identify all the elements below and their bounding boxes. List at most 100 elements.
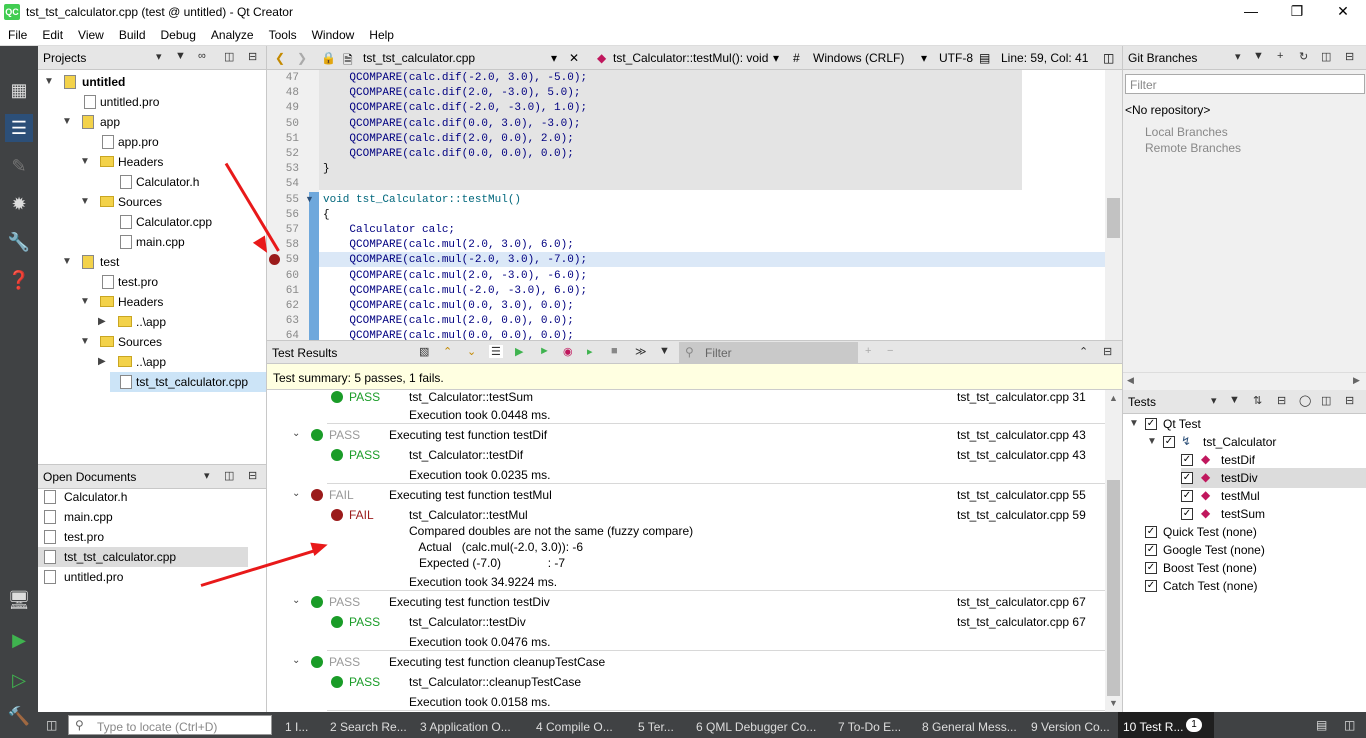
output-pane-1[interactable]: 1 I... [285, 720, 308, 734]
add-icon[interactable]: + [1277, 50, 1283, 62]
split-editor-icon[interactable]: ◫ [1103, 51, 1114, 65]
grid-icon[interactable]: ▦ [5, 76, 33, 104]
close-panel-icon[interactable]: ⊟ [248, 469, 257, 482]
tree-item-sources-app[interactable]: ▶ ..\app [38, 352, 266, 372]
clear-icon[interactable]: ▧ [419, 345, 429, 358]
test-tree-quick-test[interactable]: ✓ Quick Test (none) [1123, 522, 1366, 542]
checkbox-icon[interactable]: ✓ [1145, 580, 1157, 592]
test-result-row[interactable]: Execution took 34.9224 ms. [267, 572, 1107, 592]
test-result-row[interactable]: PASS tst_Calculator::testDif tst_tst_calcu… [267, 445, 1107, 465]
scrollbar-thumb[interactable] [1107, 480, 1120, 696]
projects-icon[interactable]: 🔧 [5, 228, 33, 256]
code-editor[interactable]: 47 48 49 50 51 52 53 54 55 56 57 58 59 60 61 62 63 64 ▼ Q… [267, 70, 1122, 340]
checkbox-icon[interactable]: ✓ [1181, 490, 1193, 502]
breakpoint-icon[interactable] [269, 254, 280, 265]
line-endings[interactable]: Windows (CRLF) [813, 51, 904, 65]
build-icon[interactable]: 🔨 [5, 702, 33, 730]
open-doc-item[interactable]: tst_tst_calculator.cpp [38, 547, 248, 567]
output-pane-5[interactable]: 5 Ter... [638, 720, 674, 734]
filter-icon[interactable]: ▼ [1229, 394, 1240, 406]
output-icon[interactable]: ≫ [635, 345, 647, 358]
test-result-row[interactable]: PASS tst_Calculator::testDiv tst_tst_calcu… [267, 612, 1107, 632]
tree-item-test[interactable]: ▼ test [38, 252, 266, 272]
output-pane-8[interactable]: 8 General Mess... [922, 720, 1017, 734]
expand-down-icon[interactable]: ⌄ [467, 345, 476, 358]
open-doc-item[interactable]: main.cpp [38, 507, 266, 527]
scrollbar-thumb[interactable] [1107, 198, 1120, 238]
kit-selector-icon[interactable]: 🖥 [5, 586, 33, 614]
close-panel-icon[interactable]: ⊟ [1345, 50, 1354, 63]
chevron-down-icon[interactable]: ▼ [1147, 436, 1157, 447]
output-pane-3[interactable]: 3 Application O... [420, 720, 511, 734]
test-result-row[interactable]: Execution took 0.0235 ms. [267, 465, 1107, 485]
test-tree-testdiv[interactable]: ✓ ◆ testDiv [1181, 468, 1366, 488]
test-tree-google-test[interactable]: ✓ Google Test (none) [1123, 540, 1366, 560]
test-tree-testmul[interactable]: ✓ ◆ testMul [1123, 486, 1366, 506]
toggle-sidebar-icon[interactable]: ◫ [46, 718, 57, 732]
run-selected-icon[interactable]: ► [539, 345, 550, 357]
tree-item-headers-app[interactable]: ▶ ..\app [38, 312, 266, 332]
list-icon[interactable]: ☰ [489, 345, 503, 358]
checkbox-icon[interactable]: ✓ [1181, 454, 1193, 466]
maximize-panel-icon[interactable]: ⌃ [1079, 345, 1088, 358]
split-icon[interactable]: ◫ [1321, 394, 1331, 407]
test-results-filter[interactable]: ⚲ Filter [679, 342, 858, 363]
design-icon[interactable]: ✎ [5, 152, 33, 180]
zoom-out-icon[interactable]: − [887, 345, 893, 357]
tree-item-tst-calculator-cpp[interactable]: tst_tst_calculator.cpp [110, 372, 266, 392]
refresh-icon[interactable]: ↻ [1299, 50, 1308, 63]
test-result-row[interactable]: ⌄ FAIL Executing test function testMul tst_… [267, 485, 1107, 505]
tree-item-test-sources[interactable]: ▼ Sources [38, 332, 266, 352]
chevron-down-icon[interactable]: ▼ [80, 296, 90, 307]
chevron-down-icon[interactable]: ⌄ [292, 595, 300, 606]
file-dropdown-icon[interactable]: ▾ [551, 51, 557, 65]
tree-item-sources[interactable]: ▼ Sources [38, 192, 266, 212]
checkbox-icon[interactable]: ✓ [1145, 544, 1157, 556]
output-pane-7[interactable]: 7 To-Do E... [838, 720, 901, 734]
scroll-right-icon[interactable]: ▶ [1353, 375, 1360, 386]
tree-item-app-pro[interactable]: app.pro [38, 132, 266, 152]
dropdown-icon[interactable]: ▾ [1235, 50, 1241, 63]
test-tree-boost-test[interactable]: ✓ Boost Test (none) [1123, 558, 1366, 578]
scroll-left-icon[interactable]: ◀ [1127, 375, 1134, 386]
test-result-row[interactable]: ⌄ PASS Executing test function testDiv tst_… [267, 592, 1107, 612]
back-icon[interactable]: ❮ [275, 51, 285, 65]
close-file-icon[interactable]: ✕ [569, 51, 579, 65]
run-icon[interactable]: ▶ [5, 626, 33, 654]
run-all-icon[interactable]: ▶ [515, 345, 523, 358]
toggle-right-sidebar-icon[interactable]: ◫ [1344, 718, 1355, 732]
result-location[interactable]: tst_tst_calculator.cpp 67 [957, 595, 1086, 609]
open-doc-item[interactable]: Calculator.h [38, 487, 266, 507]
hash-label[interactable]: # [793, 51, 800, 65]
debug-run-icon[interactable]: ▷ [5, 666, 33, 694]
test-result-row[interactable]: Expected (-7.0) : -7 [267, 553, 1107, 573]
close-panel-icon[interactable]: ⊟ [1345, 394, 1354, 407]
link-icon[interactable]: ∞ [198, 50, 206, 62]
chevron-right-icon[interactable]: ▶ [98, 316, 106, 327]
sync-icon[interactable]: ◯ [1299, 394, 1311, 407]
tree-item-headers[interactable]: ▼ Headers [38, 152, 266, 172]
editor-scrollbar[interactable] [1105, 70, 1122, 340]
menu-tools[interactable]: Tools [261, 24, 304, 45]
test-results-list[interactable]: PASS tst_Calculator::testSum tst_tst_calcu… [267, 390, 1122, 712]
encoding[interactable]: UTF-8 [939, 51, 973, 65]
chevron-down-icon[interactable]: ▼ [80, 336, 90, 347]
filter-icon[interactable]: ▼ [659, 345, 670, 357]
function-dropdown-icon[interactable]: ▾ [773, 51, 779, 65]
chevron-down-icon[interactable]: ▼ [62, 256, 72, 267]
dropdown-icon[interactable]: ▾ [204, 469, 210, 482]
test-result-row[interactable]: Execution took 0.0448 ms. [267, 405, 1107, 425]
menu-help[interactable]: Help [361, 24, 401, 45]
result-location[interactable]: tst_tst_calculator.cpp 31 [957, 390, 1086, 404]
forward-icon[interactable]: ❯ [297, 51, 307, 65]
output-pane-2[interactable]: 2 Search Re... [330, 720, 407, 734]
chevron-right-icon[interactable]: ▶ [98, 356, 106, 367]
results-scrollbar[interactable]: ▲ ▼ [1105, 390, 1122, 712]
test-tree-qt-test[interactable]: ▼ ✓ Qt Test [1123, 414, 1366, 434]
checkbox-icon[interactable]: ✓ [1181, 472, 1193, 484]
output-pane-6[interactable]: 6 QML Debugger Co... [696, 720, 816, 734]
toggle-output-icon[interactable]: ▤ [1316, 718, 1327, 732]
result-location[interactable]: tst_tst_calculator.cpp 67 [957, 615, 1086, 629]
filter-icon[interactable]: ▼ [1253, 50, 1264, 62]
run-failed-icon[interactable]: ◉ [563, 345, 573, 358]
